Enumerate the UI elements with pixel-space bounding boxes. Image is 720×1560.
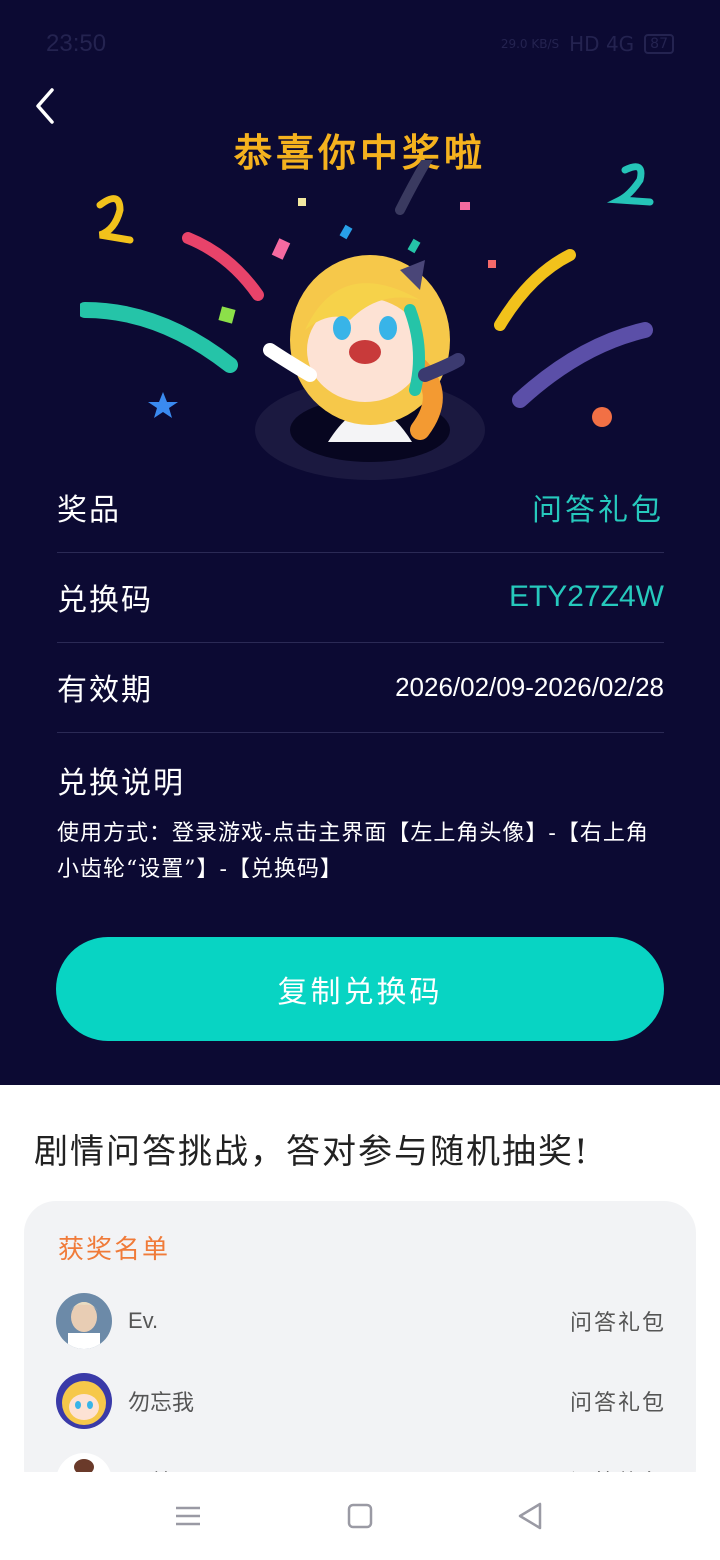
avatar xyxy=(56,1293,112,1349)
status-time: 23:50 xyxy=(46,30,107,57)
redeem-code-value: ETY27Z4W xyxy=(508,580,664,613)
winner-name: Ev. xyxy=(128,1308,159,1333)
network-speed: 29.0 KB/S xyxy=(500,37,560,51)
prize-panel: 23:50 29.0 KB/S HD 4G 87 恭喜你中奖啦 奖品 问答礼包 … xyxy=(0,0,720,1085)
back-arrow-icon[interactable] xyxy=(30,86,70,126)
system-nav-bar xyxy=(0,1472,720,1560)
winner-prize: 问答礼包 xyxy=(569,1311,666,1336)
instructions-text: 使用方式：登录游戏-点击主界面【左上角头像】-【右上角小齿轮“设置”】-【兑换码… xyxy=(57,821,649,882)
instructions-title: 兑换说明 xyxy=(57,766,185,801)
code-label: 兑换码 xyxy=(57,583,153,618)
winner-prize: 问答礼包 xyxy=(569,1391,666,1416)
back-icon[interactable] xyxy=(514,1500,546,1532)
validity-label: 有效期 xyxy=(57,673,153,708)
prize-value: 问答礼包 xyxy=(532,493,664,528)
battery-icon: 87 xyxy=(644,34,674,54)
status-bar: 23:50 29.0 KB/S HD 4G 87 xyxy=(46,28,674,60)
menu-icon[interactable] xyxy=(172,1500,204,1532)
code-row: 兑换码 ETY27Z4W xyxy=(57,552,664,643)
validity-value: 2026/02/09-2026/02/28 xyxy=(395,671,664,702)
mascot-celebration-illustration xyxy=(80,160,654,480)
avatar xyxy=(56,1373,112,1429)
home-icon[interactable] xyxy=(344,1500,376,1532)
winners-title: 获奖名单 xyxy=(58,1235,171,1265)
network-indicator: HD 4G xyxy=(569,32,635,56)
list-item: Ev. 问答礼包 xyxy=(56,1293,666,1349)
winner-name: 勿忘我 xyxy=(128,1391,195,1416)
validity-row: 有效期 2026/02/09-2026/02/28 xyxy=(57,642,664,733)
prize-label: 奖品 xyxy=(57,493,121,528)
list-item: 勿忘我 问答礼包 xyxy=(56,1373,666,1429)
copy-code-button[interactable]: 复制兑换码 xyxy=(56,937,664,1041)
challenge-headline: 剧情问答挑战，答对参与随机抽奖! xyxy=(34,1132,590,1172)
prize-row: 奖品 问答礼包 xyxy=(57,462,664,553)
winners-card: 获奖名单 Ev. 问答礼包 勿忘我 问答礼包 xyxy=(24,1201,696,1501)
